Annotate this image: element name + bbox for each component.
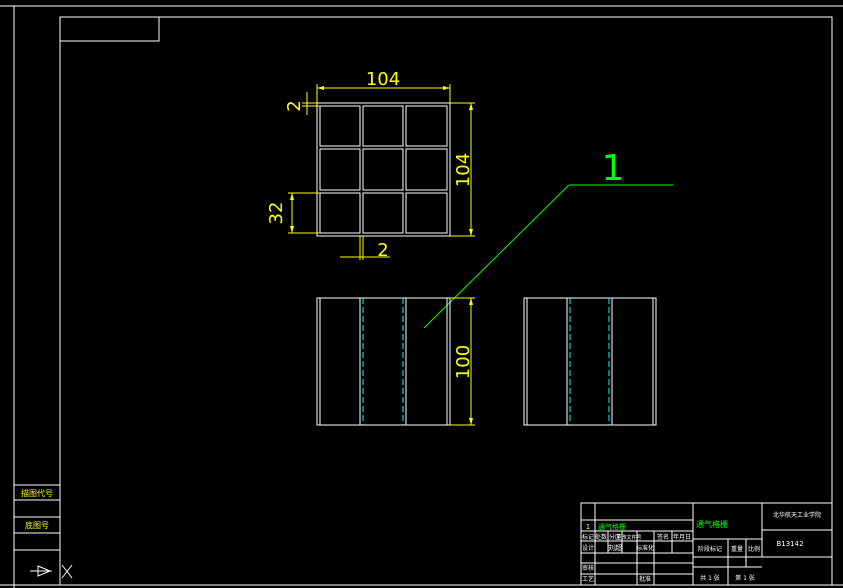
- tb-designer-name: 刘超: [608, 543, 622, 552]
- tb-drawing-code: B13142: [776, 540, 803, 548]
- tb-designer-label: 设计: [582, 544, 594, 552]
- tb-approve-label: 批准: [639, 575, 651, 583]
- drawing-canvas: 描图代号 底图号 104 2 104 32 2 1 100 1 通气格栅 通气格…: [0, 0, 843, 588]
- tb-header-change-doc: 更改文件号: [616, 534, 641, 541]
- dim-wall-top: 2: [284, 100, 305, 111]
- dim-front-height: 100: [453, 345, 474, 379]
- tb-sheet-no: 第 1 张: [735, 574, 755, 582]
- tb-header-mark: 标记: [582, 533, 594, 541]
- tb-part-name: 通气格栅: [598, 522, 626, 531]
- tb-review-label: 审核: [582, 564, 594, 572]
- tb-company: 北华航天工业学院: [773, 511, 821, 519]
- tb-weight-label: 重量: [731, 545, 743, 553]
- dim-right-height: 104: [453, 153, 474, 187]
- tb-sheet-count: 共 1 张: [700, 574, 720, 582]
- side-label-upper: 描图代号: [21, 488, 53, 498]
- tb-part-no: 1: [586, 523, 590, 531]
- side-label-lower: 底图号: [25, 520, 49, 530]
- dim-wall-bottom: 2: [377, 240, 388, 261]
- dim-top-width: 104: [366, 69, 400, 90]
- tb-standard-label: 标准化: [636, 544, 654, 552]
- tb-process-label: 工艺: [582, 575, 594, 583]
- tb-stage-label: 阶段标记: [698, 545, 722, 553]
- dim-cell: 32: [266, 202, 287, 225]
- balloon-label: 1: [602, 148, 625, 189]
- tb-header-date: 年月日: [673, 533, 691, 541]
- tb-header-count: 处数: [595, 533, 607, 541]
- tb-scale-label: 比例: [748, 545, 760, 553]
- tb-drawing-name: 通气格栅: [696, 519, 728, 529]
- tb-header-sign: 签名: [657, 533, 669, 541]
